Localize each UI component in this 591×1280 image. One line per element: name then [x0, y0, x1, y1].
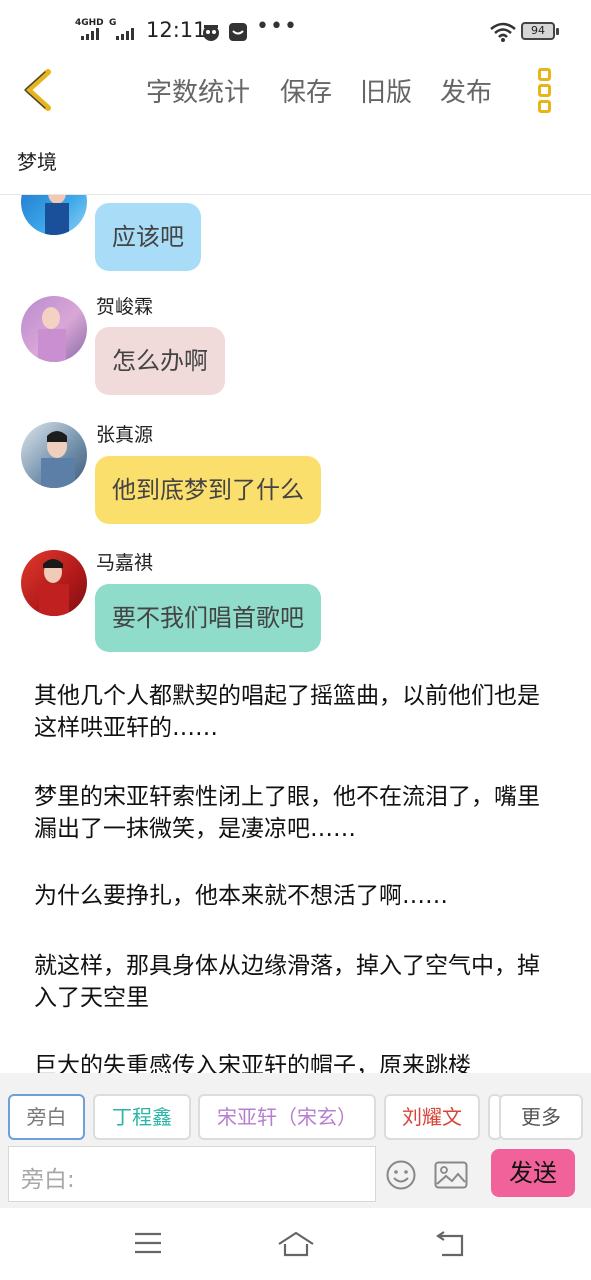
menu-dot-icon: [537, 68, 551, 81]
back-nav-icon[interactable]: [434, 1230, 466, 1258]
menu-icon[interactable]: [133, 1230, 163, 1256]
send-button[interactable]: 发送: [491, 1149, 575, 1197]
role-tab-liu-yaowen[interactable]: 刘耀文: [384, 1094, 480, 1140]
battery-icon: 94: [521, 22, 559, 40]
narration-paragraph[interactable]: 就这样，那具身体从边缘滑落，掉入了空气中，掉入了天空里: [34, 950, 554, 1014]
chat-scroll-area[interactable]: 应该吧 贺峻霖 怎么办啊 张真源 他到底梦到了什么 马嘉祺 要不我们唱首歌吧 其…: [0, 195, 591, 1073]
sender-name: 贺峻霖: [96, 296, 154, 318]
avatar-figure-icon: [39, 559, 69, 616]
signal-icon: [81, 28, 99, 40]
narration-paragraph[interactable]: 为什么要挣扎，他本来就不想活了啊……: [34, 880, 554, 912]
old-version-button[interactable]: 旧版: [360, 72, 412, 109]
home-icon[interactable]: [276, 1230, 316, 1258]
chevron-left-icon: [24, 69, 51, 111]
message-bubble[interactable]: 怎么办啊: [95, 327, 225, 395]
wifi-icon: [490, 22, 516, 42]
network-type-label-2: G: [109, 18, 117, 28]
app-notification-icon: [203, 25, 219, 41]
save-button[interactable]: 保存: [280, 72, 332, 109]
avatar[interactable]: [21, 296, 87, 362]
menu-dot-icon: [537, 100, 551, 113]
avatar-figure-icon: [41, 431, 75, 488]
editor-toolbar: 字数统计 保存 旧版 发布: [0, 60, 591, 124]
back-button[interactable]: [18, 66, 62, 114]
sender-name: 马嘉祺: [96, 552, 154, 574]
avatar[interactable]: [21, 195, 87, 235]
message-bubble[interactable]: 应该吧: [95, 203, 201, 271]
network-type-label: 4GHD: [75, 18, 104, 28]
message-bubble[interactable]: 他到底梦到了什么: [95, 456, 321, 524]
narration-paragraph[interactable]: 巨大的失重感传入宋亚轩的帽子，原来跳楼: [34, 1050, 554, 1073]
role-tab-narrator[interactable]: 旁白: [8, 1094, 85, 1140]
more-notifications-indicator: •••: [256, 14, 298, 39]
narration-paragraph[interactable]: 梦里的宋亚轩索性闭上了眼，他不在流泪了，嘴里漏出了一抹微笑，是凄凉吧……: [34, 781, 554, 845]
image-icon[interactable]: [434, 1161, 468, 1189]
message-input[interactable]: 旁白:: [8, 1146, 376, 1202]
avatar-figure-icon: [38, 307, 66, 362]
sender-name: 张真源: [96, 424, 154, 446]
more-menu-button[interactable]: [532, 68, 556, 116]
publish-button[interactable]: 发布: [440, 72, 492, 109]
story-title: 梦境: [17, 150, 57, 174]
system-nav-bar: [0, 1208, 591, 1280]
role-tab-ding-chengxin[interactable]: 丁程鑫: [93, 1094, 191, 1140]
avatar[interactable]: [21, 550, 87, 616]
clock: 12:11: [146, 18, 207, 42]
word-count-button[interactable]: 字数统计: [146, 72, 250, 109]
signal-icon-2: [116, 28, 134, 40]
role-tab-song-yaxuan[interactable]: 宋亚轩（宋玄）: [198, 1094, 376, 1140]
compose-panel: 旁白 丁程鑫 宋亚轩（宋玄） 刘耀文 更多 旁白: 发送: [0, 1073, 591, 1208]
avatar-figure-icon: [45, 195, 69, 235]
message-bubble[interactable]: 要不我们唱首歌吧: [95, 584, 321, 652]
narration-paragraph[interactable]: 其他几个人都默契的唱起了摇篮曲，以前他们也是这样哄亚轩的……: [34, 680, 554, 744]
avatar[interactable]: [21, 422, 87, 488]
app-notification-icon-2: [229, 23, 247, 41]
emoji-icon[interactable]: [385, 1159, 417, 1191]
status-bar: 4GHD G 12:11 ••• 94: [0, 0, 591, 60]
more-roles-button[interactable]: 更多: [499, 1094, 583, 1140]
menu-dot-icon: [537, 84, 551, 97]
